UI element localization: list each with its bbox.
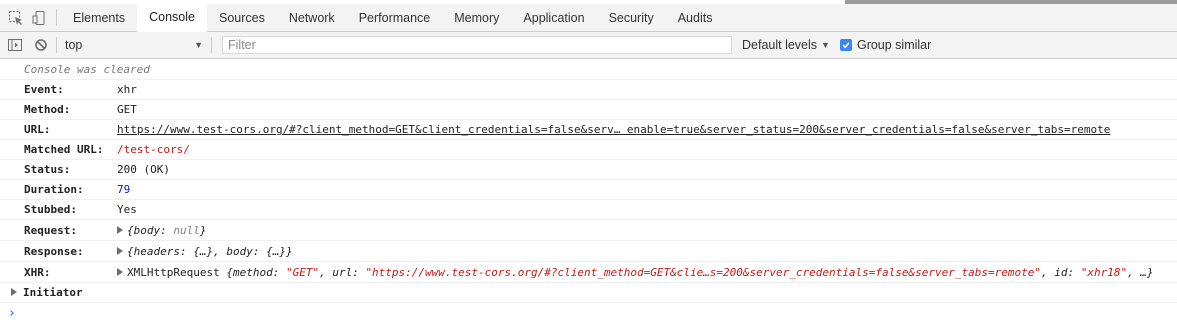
- console-row-response: Response: {headers: {…}, body: {…}}: [0, 241, 1177, 262]
- tab-elements[interactable]: Elements: [61, 4, 137, 31]
- request-null: null: [173, 223, 200, 237]
- url-link[interactable]: https://www.test-cors.org/#?client_metho…: [117, 123, 1110, 136]
- row-key: Event:: [24, 83, 64, 96]
- group-similar-label: Group similar: [856, 38, 932, 52]
- xhr-close: , …}: [1127, 265, 1154, 279]
- xhr-object[interactable]: XMLHttpRequest {method: "GET", url: "htt…: [117, 266, 1154, 279]
- row-key: Response:: [24, 244, 84, 258]
- console-prompt[interactable]: ›: [0, 303, 1177, 323]
- row-key: Request:: [24, 223, 77, 237]
- toolbar-separator: [56, 37, 57, 53]
- row-value: /test-cors/: [117, 143, 190, 156]
- tab-console[interactable]: Console: [137, 4, 207, 32]
- toolbar-separator: [211, 37, 212, 53]
- console-row-url: URL: https://www.test-cors.org/#?client_…: [0, 120, 1177, 140]
- filter-input[interactable]: [222, 36, 732, 54]
- row-value: GET: [117, 103, 137, 116]
- row-key: XHR:: [24, 265, 51, 279]
- request-close: }: [199, 223, 207, 237]
- row-key: URL:: [24, 123, 51, 136]
- xhr-open: {method:: [226, 265, 286, 279]
- device-toolbar-icon[interactable]: [28, 4, 52, 31]
- initiator-label: Initiator: [23, 286, 83, 299]
- tab-network[interactable]: Network: [277, 4, 347, 31]
- xhr-id-key: , id:: [1040, 265, 1081, 279]
- group-similar-checkbox[interactable]: [839, 39, 852, 51]
- console-row-matched-url: Matched URL: /test-cors/: [0, 140, 1177, 160]
- request-open: {body:: [127, 223, 174, 237]
- context-selector[interactable]: top ▼: [59, 35, 209, 55]
- xhr-id: "xhr18": [1080, 265, 1128, 279]
- row-key: Status:: [24, 163, 71, 176]
- checkmark-icon: [842, 42, 850, 49]
- tab-memory[interactable]: Memory: [442, 4, 511, 31]
- row-value: 200 (OK): [117, 163, 170, 176]
- xhr-url: "https://www.test-cors.org/#?client_meth…: [365, 265, 1041, 279]
- xhr-method: "GET": [285, 265, 320, 279]
- expand-triangle-icon[interactable]: [117, 267, 123, 276]
- expand-triangle-icon[interactable]: [117, 246, 123, 255]
- console-toolbar: top ▼ Default levels ▼ Group similar: [0, 32, 1177, 59]
- tabbar-separator: [56, 9, 57, 26]
- log-levels-dropdown[interactable]: Default levels ▼: [742, 38, 830, 52]
- tab-audits[interactable]: Audits: [666, 4, 725, 31]
- response-object[interactable]: {headers: {…}, body: {…}}: [117, 245, 293, 258]
- tab-application[interactable]: Application: [511, 4, 596, 31]
- dropdown-arrow-icon: ▼: [821, 40, 830, 50]
- console-row-xhr: XHR: XMLHttpRequest {method: "GET", url:…: [0, 262, 1177, 283]
- request-object[interactable]: {body: null}: [117, 224, 206, 237]
- row-key: Stubbed:: [24, 203, 77, 216]
- group-similar-toggle[interactable]: Group similar: [839, 38, 932, 52]
- inspect-element-icon[interactable]: [4, 4, 28, 31]
- row-key: Duration:: [24, 183, 84, 196]
- log-levels-label: Default levels: [742, 38, 818, 52]
- console-row-duration: Duration: 79: [0, 180, 1177, 200]
- expand-triangle-icon[interactable]: [11, 287, 17, 296]
- show-sidebar-icon[interactable]: [2, 32, 28, 58]
- row-value: xhr: [117, 83, 137, 96]
- console-cleared-message: Console was cleared: [0, 59, 1177, 80]
- dropdown-arrow-icon: ▼: [194, 40, 203, 50]
- console-row-stubbed: Stubbed: Yes: [0, 200, 1177, 220]
- row-key: Method:: [24, 103, 71, 116]
- response-text: {headers: {…}, body: {…}}: [127, 244, 293, 258]
- clear-console-icon[interactable]: [28, 32, 54, 58]
- tab-sources[interactable]: Sources: [207, 4, 277, 31]
- context-selector-value: top: [65, 38, 83, 52]
- tab-performance[interactable]: Performance: [347, 4, 443, 31]
- row-value: 79: [117, 183, 131, 196]
- row-key: Matched URL:: [24, 143, 104, 156]
- xhr-type: XMLHttpRequest: [127, 265, 227, 279]
- expand-triangle-icon[interactable]: [117, 225, 123, 234]
- console-row-request: Request: {body: null}: [0, 220, 1177, 241]
- console-row-method: Method: GET: [0, 100, 1177, 120]
- console-row-event: Event: xhr: [0, 80, 1177, 100]
- console-output: Console was cleared Event: xhr Method: G…: [0, 59, 1177, 331]
- row-value: Yes: [117, 203, 137, 216]
- devtools-tabbar: Elements Console Sources Network Perform…: [0, 4, 1177, 32]
- console-row-status: Status: 200 (OK): [0, 160, 1177, 180]
- tab-security[interactable]: Security: [597, 4, 666, 31]
- console-row-initiator[interactable]: Initiator: [0, 283, 1177, 303]
- prompt-icon: ›: [8, 305, 16, 321]
- xhr-url-key: , url:: [319, 265, 366, 279]
